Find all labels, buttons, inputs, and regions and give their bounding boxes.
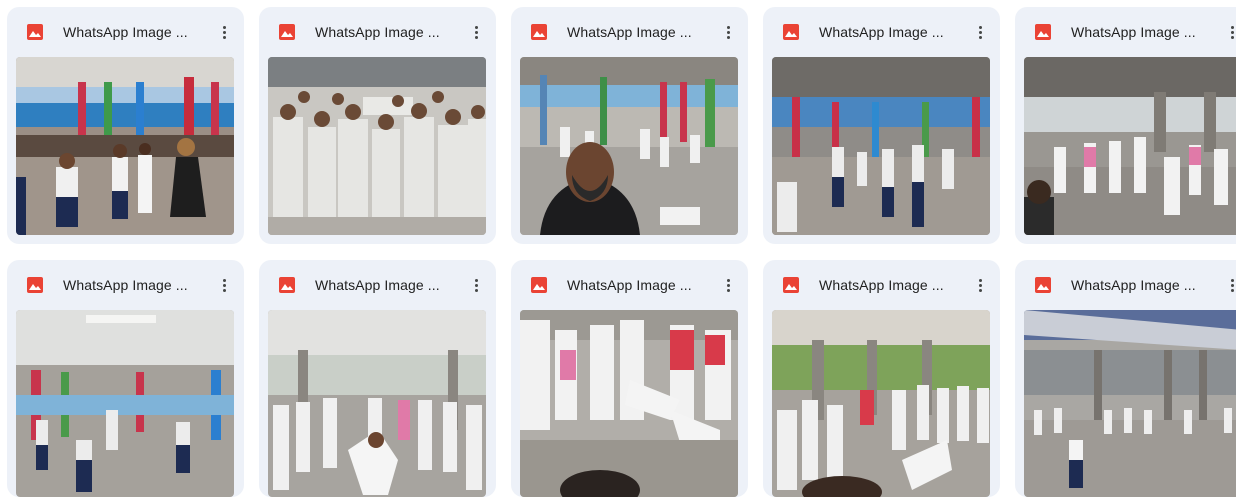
image-file-icon xyxy=(279,24,295,40)
file-card[interactable]: WhatsApp Image ... xyxy=(7,7,244,244)
image-thumbnail[interactable] xyxy=(16,310,234,497)
image-thumbnail[interactable] xyxy=(268,57,486,235)
file-card-header: WhatsApp Image ... xyxy=(7,260,244,310)
more-options-icon[interactable] xyxy=(968,273,992,297)
image-thumbnail[interactable] xyxy=(520,57,738,235)
more-options-icon[interactable] xyxy=(716,20,740,44)
file-card[interactable]: WhatsApp Image ... xyxy=(511,260,748,497)
file-card-header: WhatsApp Image ... xyxy=(259,260,496,310)
file-card-header: WhatsApp Image ... xyxy=(763,260,1000,310)
image-file-icon xyxy=(27,24,43,40)
image-file-icon xyxy=(783,24,799,40)
file-name: WhatsApp Image ... xyxy=(1071,277,1196,293)
image-thumbnail[interactable] xyxy=(1024,57,1236,235)
image-thumbnail[interactable] xyxy=(520,310,738,497)
file-card[interactable]: WhatsApp Image ... xyxy=(259,260,496,497)
file-name: WhatsApp Image ... xyxy=(819,24,944,40)
image-thumbnail[interactable] xyxy=(1024,310,1236,497)
file-grid: WhatsApp Image ... WhatsApp Image ... Wh… xyxy=(7,7,1236,497)
more-options-icon[interactable] xyxy=(716,273,740,297)
file-card-header: WhatsApp Image ... xyxy=(1015,7,1236,57)
image-thumbnail[interactable] xyxy=(772,310,990,497)
file-card-header: WhatsApp Image ... xyxy=(511,260,748,310)
file-name: WhatsApp Image ... xyxy=(315,277,440,293)
file-name: WhatsApp Image ... xyxy=(1071,24,1196,40)
file-card[interactable]: WhatsApp Image ... xyxy=(763,7,1000,244)
image-file-icon xyxy=(531,277,547,293)
image-thumbnail[interactable] xyxy=(268,310,486,497)
file-name: WhatsApp Image ... xyxy=(567,277,692,293)
file-card-header: WhatsApp Image ... xyxy=(7,7,244,57)
more-options-icon[interactable] xyxy=(212,20,236,44)
file-card[interactable]: WhatsApp Image ... xyxy=(763,260,1000,497)
image-file-icon xyxy=(531,24,547,40)
image-file-icon xyxy=(27,277,43,293)
more-options-icon[interactable] xyxy=(212,273,236,297)
file-name: WhatsApp Image ... xyxy=(567,24,692,40)
file-name: WhatsApp Image ... xyxy=(315,24,440,40)
file-card-header: WhatsApp Image ... xyxy=(1015,260,1236,310)
file-name: WhatsApp Image ... xyxy=(63,277,188,293)
image-file-icon xyxy=(279,277,295,293)
more-options-icon[interactable] xyxy=(1220,20,1236,44)
more-options-icon[interactable] xyxy=(464,20,488,44)
more-options-icon[interactable] xyxy=(968,20,992,44)
image-thumbnail[interactable] xyxy=(16,57,234,235)
file-card[interactable]: WhatsApp Image ... xyxy=(1015,260,1236,497)
file-name: WhatsApp Image ... xyxy=(63,24,188,40)
image-file-icon xyxy=(1035,277,1051,293)
more-options-icon[interactable] xyxy=(1220,273,1236,297)
file-card[interactable]: WhatsApp Image ... xyxy=(7,260,244,497)
file-name: WhatsApp Image ... xyxy=(819,277,944,293)
file-card-header: WhatsApp Image ... xyxy=(511,7,748,57)
file-card-header: WhatsApp Image ... xyxy=(763,7,1000,57)
image-file-icon xyxy=(1035,24,1051,40)
file-card-header: WhatsApp Image ... xyxy=(259,7,496,57)
image-file-icon xyxy=(783,277,799,293)
file-card[interactable]: WhatsApp Image ... xyxy=(1015,7,1236,244)
file-card[interactable]: WhatsApp Image ... xyxy=(259,7,496,244)
more-options-icon[interactable] xyxy=(464,273,488,297)
file-card[interactable]: WhatsApp Image ... xyxy=(511,7,748,244)
image-thumbnail[interactable] xyxy=(772,57,990,235)
